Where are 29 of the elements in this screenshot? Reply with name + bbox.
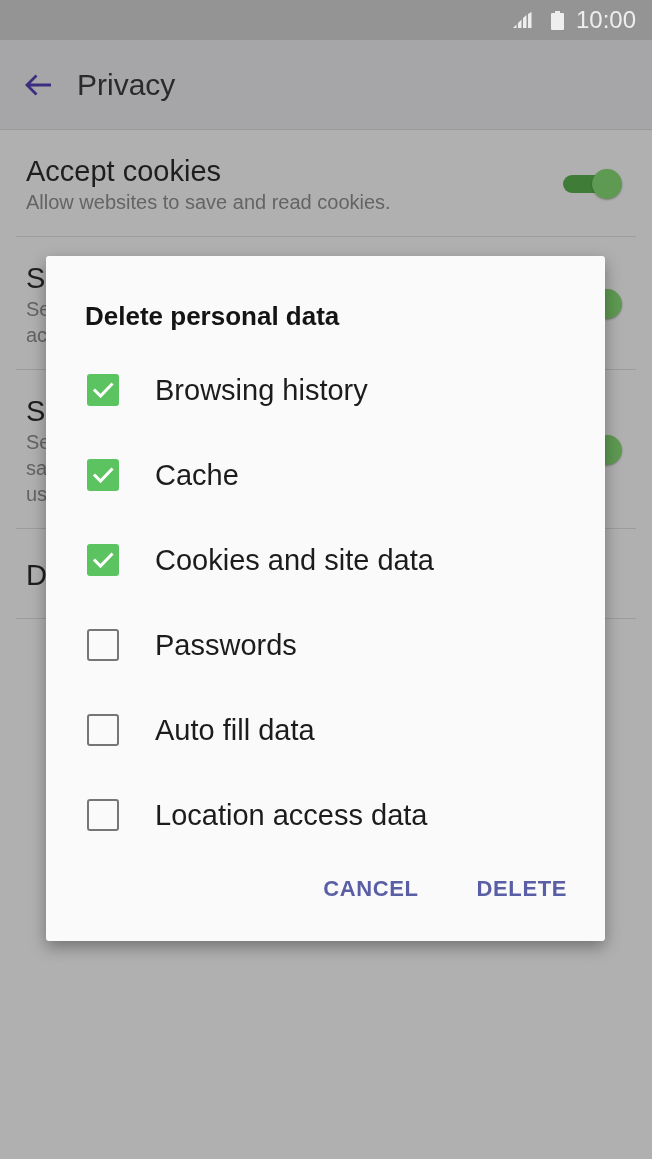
clock-time: 10:00	[575, 6, 636, 34]
setting-description: sa	[26, 456, 48, 481]
setting-title: D	[26, 557, 47, 593]
option-label[interactable]: Passwords	[155, 626, 297, 663]
screen-title: Privacy	[77, 66, 176, 103]
cancel-button[interactable]: CANCEL	[315, 865, 427, 913]
setting-title: Accept cookies	[26, 154, 222, 189]
checkbox[interactable]	[87, 543, 119, 576]
setting-title: S	[26, 261, 46, 296]
battery-icon	[550, 10, 564, 30]
checkbox[interactable]	[87, 713, 119, 746]
option-label[interactable]: Location access data	[155, 796, 428, 833]
dialog-title: Delete personal data	[85, 300, 341, 332]
checkbox[interactable]	[87, 458, 119, 491]
signal-icon	[512, 12, 533, 28]
checkbox[interactable]	[87, 798, 119, 831]
checkbox[interactable]	[87, 628, 119, 661]
checkbox[interactable]	[87, 373, 119, 406]
setting-description: us	[26, 482, 48, 507]
setting-description: Allow websites to save and read cookies.	[26, 190, 391, 215]
back-arrow-icon[interactable]	[24, 72, 52, 97]
option-label[interactable]: Auto fill data	[155, 711, 315, 748]
setting-description: ac	[26, 323, 48, 348]
toggle-switch[interactable]	[563, 169, 622, 199]
delete-button[interactable]: DELETE	[468, 865, 575, 913]
option-label[interactable]: Cookies and site data	[155, 541, 434, 578]
option-label[interactable]: Cache	[155, 456, 239, 493]
setting-title: S	[26, 394, 46, 429]
option-label[interactable]: Browsing history	[155, 371, 368, 408]
